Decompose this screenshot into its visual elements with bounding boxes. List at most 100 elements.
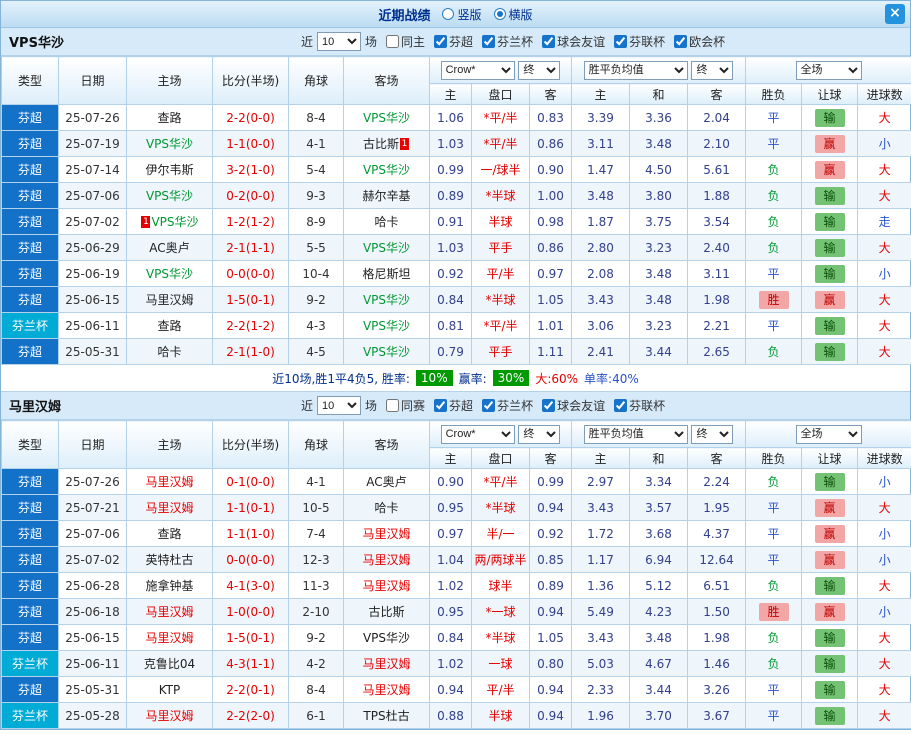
cell-ah: 输: [801, 572, 859, 599]
cell-o2: 0.86: [528, 130, 573, 157]
league-checkbox[interactable]: [542, 399, 556, 412]
topbar-controls: 近期战绩 竖版 横版: [378, 5, 532, 24]
result-text: 平: [767, 267, 780, 281]
radio-icon[interactable]: [442, 8, 455, 20]
cell-away: 马里汉姆: [343, 520, 430, 547]
radio-icon[interactable]: [493, 8, 506, 20]
result-text: 平: [767, 527, 780, 541]
cell-o1: 0.97: [429, 520, 472, 547]
cell-hcap: *一球: [471, 598, 530, 625]
layout-radio-horizontal[interactable]: 横版: [493, 6, 533, 23]
goals-text: 大: [878, 319, 891, 333]
league-filter-0[interactable]: 芬超: [434, 397, 473, 414]
cell-d: 3.44: [629, 338, 689, 365]
cell-ah: 输: [801, 624, 859, 651]
league-checkbox[interactable]: [614, 399, 628, 412]
cell-home: VPS华沙: [126, 182, 213, 209]
cell-w1: 3.06: [571, 312, 631, 339]
ah-badge: 输: [814, 628, 845, 647]
cell-o1: 0.95: [429, 494, 472, 521]
same-venue-filter[interactable]: 同主: [386, 33, 425, 50]
same-competition-checkbox[interactable]: [386, 399, 400, 412]
league-filter-3[interactable]: 芬联杯: [614, 397, 665, 414]
same-venue-checkbox[interactable]: [386, 35, 400, 48]
ah-badge: 输: [814, 238, 845, 257]
cell-o1: 0.88: [429, 702, 472, 729]
league-filter-3[interactable]: 芬联杯: [614, 33, 665, 50]
avg-odds-select[interactable]: 胜平负均值: [583, 60, 688, 80]
team-name-text: VPS华沙: [145, 137, 194, 151]
cell-o2: 0.98: [528, 208, 573, 235]
cell-league: 芬超: [1, 182, 59, 209]
subcol-handicap: 盘口: [471, 447, 530, 469]
cell-away: VPS华沙: [343, 234, 430, 261]
team-name-text: 格尼斯坦: [362, 267, 411, 281]
team-name-text: 马里汉姆: [145, 293, 194, 307]
cell-d: 6.94: [629, 546, 689, 573]
league-checkbox[interactable]: [614, 35, 628, 48]
odds-stage-select[interactable]: 终: [518, 60, 561, 80]
league-filter-1[interactable]: 芬兰杯: [482, 33, 533, 50]
cell-ah: 赢: [801, 156, 859, 183]
checkbox-label: 芬联杯: [629, 35, 666, 49]
cell-ou: 大: [857, 182, 911, 209]
fulltime-select[interactable]: 全场: [795, 424, 862, 444]
cell-ou: 小: [857, 520, 911, 547]
layout-radio-vertical[interactable]: 竖版: [442, 6, 482, 23]
cell-ah: 赢: [801, 494, 859, 521]
league-filter-2[interactable]: 球会友谊: [542, 397, 605, 414]
ah-rate-badge: 30%: [492, 370, 530, 386]
section-header-mariehamn: 马里汉姆 近 10 场 同赛 芬超 芬兰杯 球会友谊 芬联杯: [1, 392, 910, 420]
league-checkbox[interactable]: [482, 399, 496, 412]
match-row: 芬超 25-07-02 英特杜古 0-0(0-0) 12-3 马里汉姆 1.04 两/两球半 0…: [1, 546, 911, 573]
cell-w2: 3.67: [687, 702, 747, 729]
league-filter-0[interactable]: 芬超: [434, 33, 473, 50]
cell-date: 25-07-21: [58, 494, 127, 521]
cell-date: 25-07-26: [58, 468, 127, 495]
league-filter-2[interactable]: 球会友谊: [542, 33, 605, 50]
match-count-select[interactable]: 10: [317, 396, 362, 415]
cell-w2: 5.61: [687, 156, 747, 183]
odds-stage-select[interactable]: 终: [518, 424, 561, 444]
cell-corner: 2-10: [288, 598, 344, 625]
avg-odds-select[interactable]: 胜平负均值: [583, 424, 688, 444]
goals-text: 小: [878, 267, 891, 281]
team-name-text: TPS杜古: [363, 709, 410, 723]
cell-score: 1-5(0-1): [212, 624, 289, 651]
league-filter-1[interactable]: 芬兰杯: [482, 397, 533, 414]
avg-stage-select[interactable]: 终: [691, 424, 734, 444]
bookmaker-select[interactable]: Crow*: [440, 424, 515, 444]
cell-score: 4-1(3-0): [212, 572, 289, 599]
checkbox-label: 球会友谊: [557, 35, 606, 49]
cell-score: 2-1(1-0): [212, 338, 289, 365]
result-text: 负: [767, 241, 780, 255]
league-checkbox[interactable]: [434, 399, 448, 412]
cell-hcap: *平/半: [471, 468, 530, 495]
cell-date: 25-06-28: [58, 572, 127, 599]
close-button[interactable]: ×: [885, 4, 905, 24]
same-competition-filter[interactable]: 同赛: [386, 397, 425, 414]
cell-o1: 1.03: [429, 130, 472, 157]
match-row: 芬超 25-07-02 1 VPS华沙 1-2(1-2) 8-9 哈卡 0.91 半球 0.98 1…: [1, 208, 911, 235]
league-checkbox[interactable]: [482, 35, 496, 48]
odd-rate-text: 单率:40%: [584, 371, 639, 386]
ah-badge: 赢: [814, 134, 845, 153]
fulltime-select[interactable]: 全场: [795, 60, 862, 80]
league-filter-4[interactable]: 欧会杯: [674, 33, 725, 50]
cell-w2: 3.26: [687, 676, 747, 703]
league-checkbox[interactable]: [434, 35, 448, 48]
cell-d: 5.12: [629, 572, 689, 599]
match-count-select[interactable]: 10: [317, 32, 362, 51]
cell-hcap: *半球: [471, 182, 530, 209]
cell-o1: 0.79: [429, 338, 472, 365]
cell-score: 1-1(0-0): [212, 130, 289, 157]
cell-ah: 输: [801, 702, 859, 729]
league-checkbox[interactable]: [674, 35, 688, 48]
league-checkbox[interactable]: [542, 35, 556, 48]
avg-stage-select[interactable]: 终: [691, 60, 734, 80]
cell-home: 查路: [126, 520, 213, 547]
bookmaker-select[interactable]: Crow*: [440, 60, 515, 80]
cell-d: 3.44: [629, 676, 689, 703]
cell-corner: 5-5: [288, 234, 344, 261]
result-badge: 胜: [758, 602, 789, 621]
